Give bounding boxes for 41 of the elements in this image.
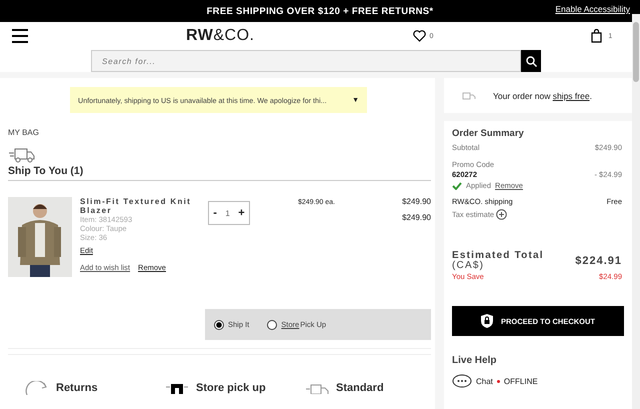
truck-icon xyxy=(460,90,476,100)
currency-label: (CA$) xyxy=(452,261,486,271)
section-title: Ship To You (1) xyxy=(8,163,431,181)
promo-text: FREE SHIPPING OVER $120 + FREE RETURNS* xyxy=(206,6,434,16)
item-total: $249.90 xyxy=(402,213,431,222)
logo[interactable]: RW&CO. xyxy=(186,27,254,45)
live-help-title: Live Help xyxy=(452,355,498,366)
chat-label[interactable]: Chat xyxy=(476,376,493,386)
menu-icon[interactable] xyxy=(12,29,28,43)
quantity-value: 1 xyxy=(225,208,230,218)
feature-label: Standard xyxy=(336,382,384,394)
search-icon xyxy=(526,56,536,66)
heart-icon[interactable] xyxy=(412,30,426,42)
check-icon xyxy=(452,182,462,190)
search-field[interactable]: Search for... xyxy=(91,50,521,72)
chat-status: OFFLINE xyxy=(504,376,538,386)
bag-title: MY BAG xyxy=(8,128,40,137)
accessibility-link[interactable]: Enable Accessibility xyxy=(555,4,630,14)
product-name[interactable]: Slim-Fit Textured Knit Blazer xyxy=(80,197,198,215)
feature-label: Returns xyxy=(56,382,98,394)
feature-label: Store pick up xyxy=(196,382,266,394)
item-price: $249.90 xyxy=(402,197,431,206)
truck-icon xyxy=(304,382,330,394)
summary-title: Order Summary xyxy=(452,128,525,139)
bag-icon[interactable] xyxy=(591,29,602,43)
lock-shield-icon xyxy=(480,314,493,328)
truck-icon xyxy=(8,147,36,163)
quantity-stepper[interactable]: - 1 + xyxy=(208,201,250,225)
free-shipping-text: Your order now ships free. xyxy=(493,90,592,100)
ships-free-link[interactable]: ships free xyxy=(552,90,590,100)
decrease-button[interactable]: - xyxy=(213,207,217,219)
store-icon xyxy=(164,382,190,394)
total-label: Estimated Total xyxy=(452,251,544,261)
increase-button[interactable]: + xyxy=(238,207,245,219)
radio-button[interactable] xyxy=(267,320,278,330)
radio-button[interactable] xyxy=(214,320,224,330)
plus-circle-icon[interactable] xyxy=(496,209,508,220)
search-button[interactable] xyxy=(521,50,541,72)
scrollbar[interactable] xyxy=(632,14,640,409)
total-value: $224.91 xyxy=(575,255,622,267)
chat-icon[interactable] xyxy=(452,374,472,388)
